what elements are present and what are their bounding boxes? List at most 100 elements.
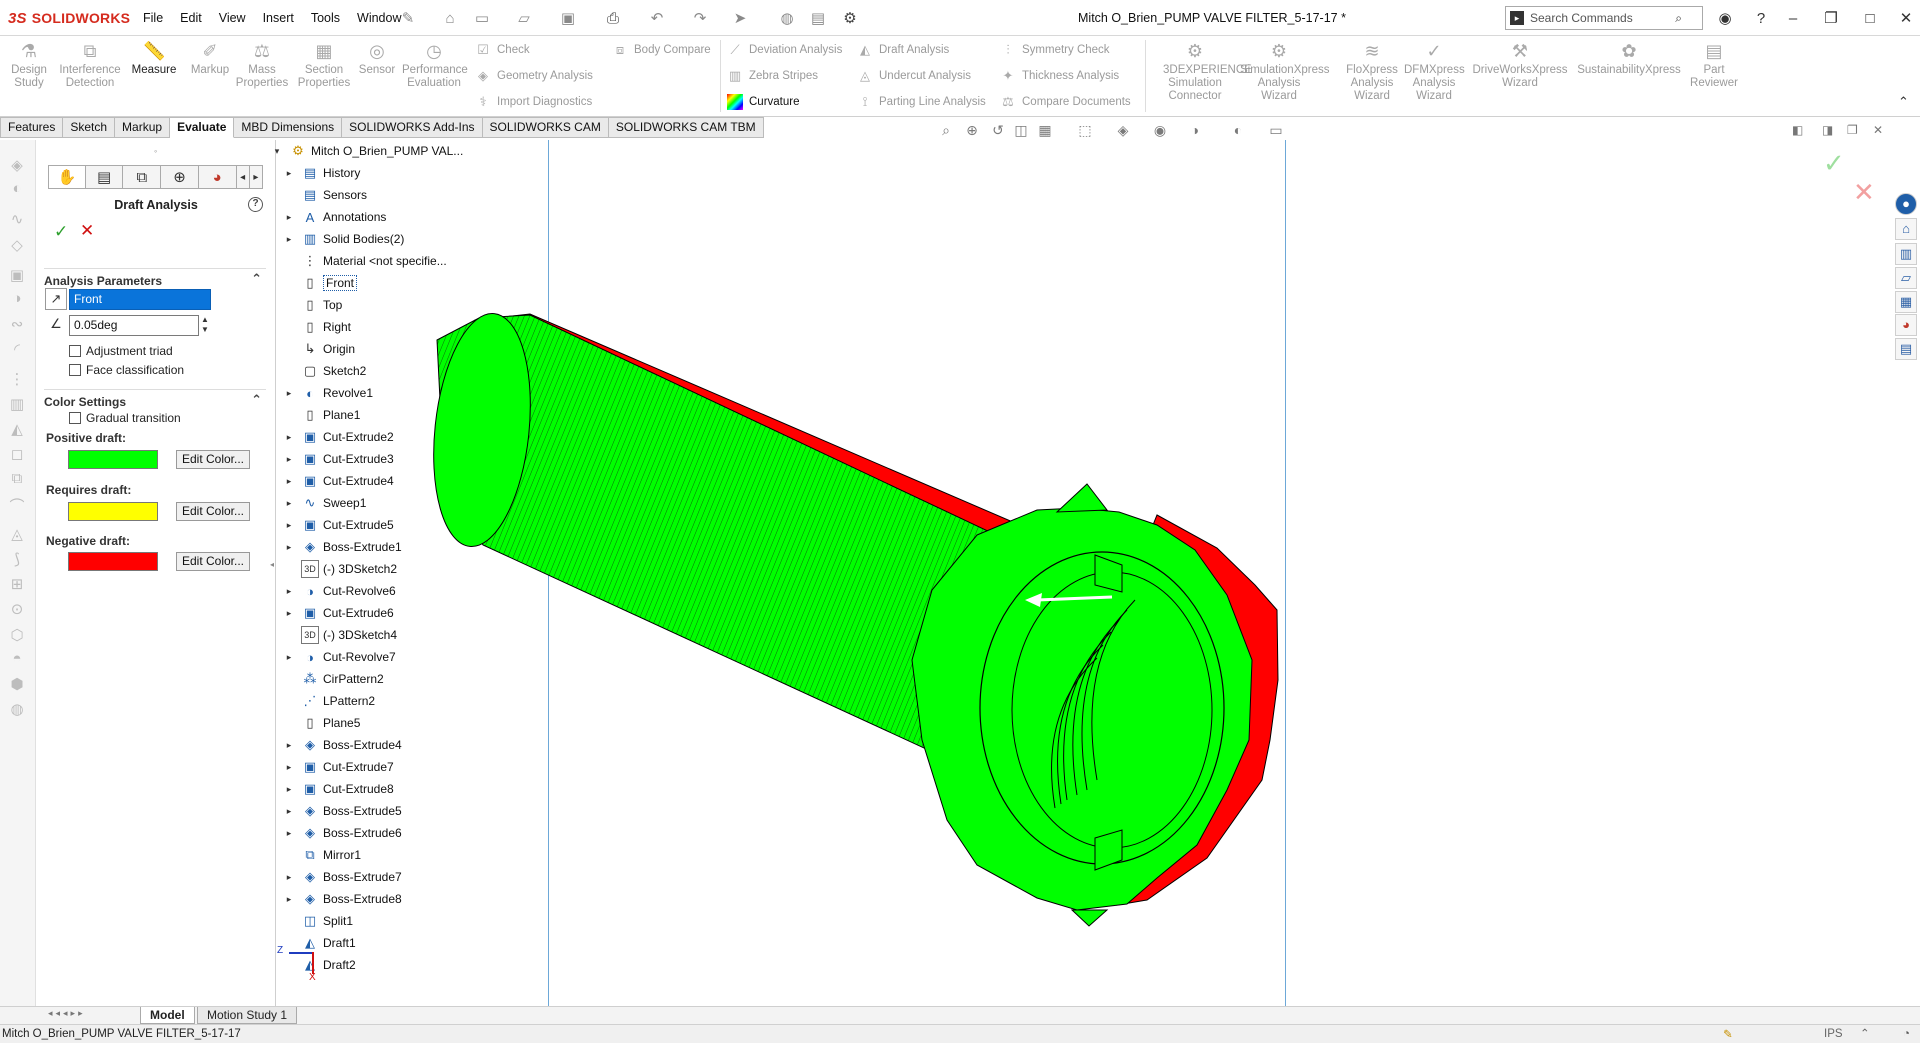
tab-solidworks-addins[interactable]: SOLIDWORKS Add-Ins (342, 117, 483, 138)
dimxpert-tab[interactable]: ⊕ (161, 165, 199, 189)
tree-item[interactable]: ▸ ◑ Cut-Revolve7 (283, 646, 463, 668)
tree-item[interactable]: ▸ ▥ Solid Bodies(2) (283, 228, 463, 250)
redo-icon[interactable]: ↷ (690, 8, 710, 28)
tab-scroll-right[interactable]: ▸ (249, 165, 264, 189)
instant3d-icon[interactable]: ⊞ (6, 575, 28, 595)
tab-mbd-dimensions[interactable]: MBD Dimensions (234, 117, 343, 138)
performance-evaluation-button[interactable]: ◷ Performance Evaluation (402, 40, 468, 90)
measure-button[interactable]: 📏 Measure (122, 40, 186, 77)
extrude-icon[interactable]: ◈ (6, 156, 28, 176)
expand-arrow-icon[interactable]: ▸ (283, 234, 295, 245)
hide-show-items-icon[interactable]: ◉ (1149, 122, 1171, 142)
negative-edit-color-button[interactable]: Edit Color... (176, 552, 250, 571)
menu-edit[interactable]: Edit (180, 11, 202, 25)
search-icon[interactable]: ⌕ (1675, 11, 1682, 26)
expand-arrow-icon[interactable]: ▸ (283, 388, 295, 399)
tree-item[interactable]: ▯ Plane1 (283, 404, 463, 426)
expand-arrow-icon[interactable]: ▸ (283, 432, 295, 443)
expand-arrow-icon[interactable]: ▸ (283, 520, 295, 531)
display-style-icon[interactable]: ◈ (1112, 122, 1134, 142)
pattern-icon[interactable]: ⋮ (6, 370, 28, 390)
tree-item[interactable]: ▸ ▤ History (283, 162, 463, 184)
undercut-analysis-button[interactable]: ◬ Undercut Analysis (857, 66, 986, 86)
view-palette-icon[interactable]: ▦ (1895, 291, 1917, 313)
expand-arrow-icon[interactable]: ▸ (283, 652, 295, 663)
mirror-icon[interactable]: ⧉ (6, 470, 28, 490)
tree-item[interactable]: ⁂ CirPattern2 (283, 668, 463, 690)
expand-arrow-icon[interactable]: ▸ (283, 806, 295, 817)
positive-draft-swatch[interactable] (68, 450, 158, 469)
compare-documents-button[interactable]: ⚖ Compare Documents (1000, 92, 1130, 112)
tree-item[interactable]: ▸ ◈ Boss-Extrude6 (283, 822, 463, 844)
save-icon[interactable]: ▣ (558, 8, 578, 28)
undo-icon[interactable]: ↶ (647, 8, 667, 28)
property-manager-tab[interactable]: ✋ (48, 165, 86, 189)
tree-root[interactable]: ▾ ⚙ Mitch O_Brien_PUMP VAL... (271, 140, 464, 162)
expand-arrow-icon[interactable]: ▸ (283, 212, 295, 223)
rebuild-status-icon[interactable]: ✎ (1723, 1026, 1733, 1044)
tree-item[interactable]: ▸ A Annotations (283, 206, 463, 228)
expand-arrow-icon[interactable]: ▸ (283, 762, 295, 773)
view-settings-icon[interactable]: ▭ (1265, 122, 1287, 142)
revolve-icon[interactable]: ◐ (6, 180, 28, 200)
zebra-stripes-button[interactable]: ▥ Zebra Stripes (727, 66, 842, 86)
mass-properties-button[interactable]: ⚖ Mass Properties (230, 40, 294, 90)
direction-pull-icon[interactable]: ↗ (45, 288, 67, 310)
previous-view-icon[interactable]: ↺ (987, 122, 1009, 142)
tree-item[interactable]: ▯ Front (283, 272, 463, 294)
tree-item[interactable]: ↳ Origin (283, 338, 463, 360)
zoom-to-area-icon[interactable]: ⊕ (961, 122, 983, 142)
maximize-icon[interactable]: □ (1859, 8, 1881, 28)
menu-file[interactable]: File (143, 11, 163, 25)
search-commands-box[interactable]: ▸ Search Commands ⌕ (1505, 6, 1703, 30)
expand-arrow-icon[interactable]: ▸ (283, 894, 295, 905)
view-orientation-icon[interactable]: ⬚ (1074, 122, 1096, 142)
curves-icon[interactable]: ⟆ (6, 550, 28, 570)
loft-icon[interactable]: ◇ (6, 236, 28, 256)
restore-icon[interactable]: ❐ (1820, 8, 1842, 28)
viewport-restore-icon[interactable]: ❐ (1847, 123, 1858, 137)
tree-item[interactable]: ▸ ◈ Boss-Extrude5 (283, 800, 463, 822)
expand-arrow-icon[interactable]: ▸ (283, 608, 295, 619)
viewport-split-icon[interactable]: ◨ (1822, 123, 1833, 137)
tree-item[interactable]: ▸ ◈ Boss-Extrude7 (283, 866, 463, 888)
adjustment-triad-checkbox[interactable]: Adjustment triad (69, 344, 173, 358)
tree-item[interactable]: ▢ Sketch2 (283, 360, 463, 382)
part-model-view[interactable] (277, 140, 1920, 1010)
collapse-ribbon-icon[interactable]: ⌃ (1898, 94, 1909, 110)
expand-arrow-icon[interactable]: ▾ (271, 146, 283, 157)
file-properties-icon[interactable]: ▤ (808, 8, 828, 28)
tab-features[interactable]: Features (0, 117, 64, 138)
appearances-icon[interactable]: ◕ (1895, 314, 1917, 336)
tree-item[interactable]: ▸ ▣ Cut-Extrude2 (283, 426, 463, 448)
zoom-to-fit-icon[interactable]: ⌕ (935, 122, 957, 142)
shell-icon[interactable]: ◻ (6, 445, 28, 465)
tab-scroll-arrows-icon[interactable]: ◂◂◂▸▸ (48, 1008, 138, 1023)
angle-spinner[interactable]: ▲ ▼ (201, 315, 211, 336)
rebuild-icon[interactable]: ◍ (777, 8, 797, 28)
menu-view[interactable]: View (219, 11, 246, 25)
tree-item[interactable]: ◫ Split1 (283, 910, 463, 932)
dfmxpress-button[interactable]: ✓ DFMXpress Analysis Wizard (1404, 40, 1465, 103)
tree-item[interactable]: ▯ Top (283, 294, 463, 316)
cut-icon[interactable]: ▣ (6, 266, 28, 286)
fillet-icon[interactable]: ◜ (6, 340, 28, 360)
sweep-icon[interactable]: ∿ (6, 210, 28, 230)
tab-motion-study-1[interactable]: Motion Study 1 (197, 1007, 298, 1024)
driveworksxpress-button[interactable]: ⚒ DriveWorksXpress Wizard (1472, 40, 1568, 90)
deviation-analysis-button[interactable]: ⟋ Deviation Analysis (727, 40, 842, 60)
tab-model[interactable]: Model (140, 1007, 195, 1024)
draft-icon[interactable]: ◭ (6, 420, 28, 440)
select-icon[interactable]: ➤ (730, 8, 750, 28)
units-dropdown-icon[interactable]: ⌃ (1860, 1025, 1870, 1043)
tab-solidworks-cam-tbm[interactable]: SOLIDWORKS CAM TBM (608, 117, 764, 138)
search-input[interactable]: Search Commands (1530, 11, 1633, 25)
design-study-button[interactable]: ⚗ Design Study (0, 40, 61, 90)
new-document-icon[interactable]: ▭ (472, 8, 492, 28)
tree-item[interactable]: ▸ ◈ Boss-Extrude4 (283, 734, 463, 756)
simulationxpress-button[interactable]: ⚙ SimulationXpress Analysis Wizard (1240, 40, 1329, 103)
tab-solidworks-cam[interactable]: SOLIDWORKS CAM (482, 117, 609, 138)
tab-scroll-left[interactable]: ◂ (236, 165, 250, 189)
import-diagnostics-button[interactable]: ⚕ Import Diagnostics (475, 92, 593, 112)
cancel-x-icon[interactable]: ✕ (80, 221, 94, 241)
